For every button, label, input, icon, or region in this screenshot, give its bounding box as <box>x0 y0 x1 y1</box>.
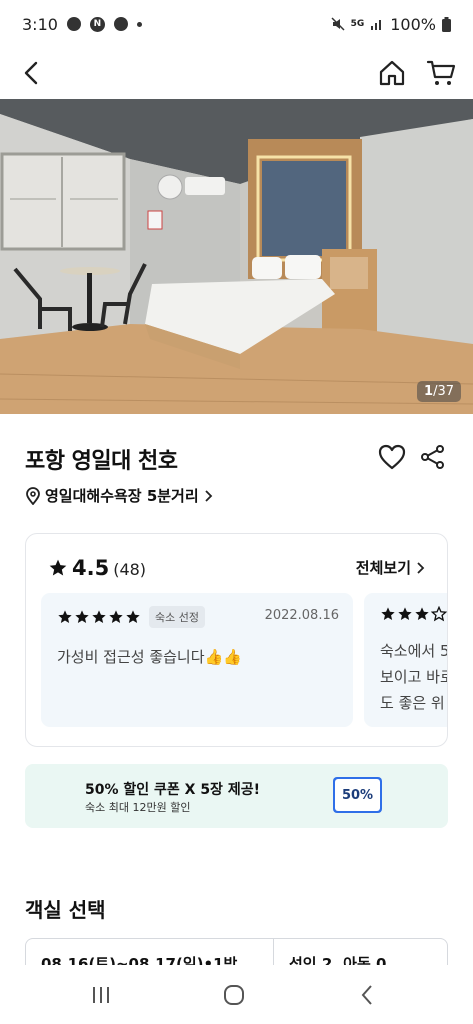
coupon-title: 50% 할인 쿠폰 X 5장 제공! <box>85 782 260 798</box>
talk-notification-icon <box>113 17 128 31</box>
top-navigation <box>0 48 473 98</box>
property-name: 포항 영일대 천호 <box>25 449 178 474</box>
review-count: (48) <box>113 560 147 579</box>
system-navigation-bar <box>0 965 473 1024</box>
review-item[interactable]: 숙소 선정 2022.08.16 가성비 접근성 좋습니다👍👍 <box>41 593 353 727</box>
star-icon <box>126 610 140 623</box>
rating-summary: 4.5 (48) <box>48 556 146 580</box>
review-card: 4.5 (48) 전체보기 숙소 선정 2022.08.16 가성비 접근성 좋… <box>25 533 448 747</box>
home-circle-icon <box>224 985 244 1005</box>
coupon-ticket-label: 50% <box>335 779 380 811</box>
coupon-banner[interactable]: 50% 할인 쿠폰 X 5장 제공! 숙소 최대 12만원 할인 50% <box>25 764 448 828</box>
status-time: 3:10 <box>22 14 58 34</box>
location-text: 영일대해수욕장 5분거리 <box>45 487 199 505</box>
share-icon <box>421 445 444 469</box>
star-icon <box>92 610 106 623</box>
selected-review-badge: 숙소 선정 <box>149 606 205 628</box>
room-photo[interactable]: 1/37 <box>0 99 473 414</box>
review-text: 숙소에서 5 보이고 바로 도 좋은 위 <box>380 638 448 716</box>
back-chevron-icon <box>361 985 372 1005</box>
see-all-reviews-link[interactable]: 전체보기 <box>356 557 425 578</box>
review-line: 숙소에서 5 <box>380 642 448 660</box>
back-arrow-icon <box>24 61 38 85</box>
see-all-label: 전체보기 <box>355 559 411 577</box>
star-icon <box>58 610 72 623</box>
home-button[interactable] <box>374 55 410 91</box>
chevron-right-icon <box>205 489 212 502</box>
home-icon <box>379 60 405 86</box>
coupon-subtitle: 숙소 최대 12만원 할인 <box>85 801 191 814</box>
location-pin-icon <box>26 486 40 505</box>
system-back-button[interactable] <box>352 982 382 1008</box>
room-photo-illustration <box>0 99 473 414</box>
photo-current: 1 <box>424 384 434 399</box>
review-line: 보이고 바로 <box>380 668 448 686</box>
battery-level: 100% <box>390 14 436 34</box>
photo-counter: 1/37 <box>417 381 461 402</box>
cart-icon <box>426 60 456 85</box>
home-system-button[interactable] <box>219 982 249 1008</box>
star-icon <box>415 607 429 620</box>
review-text: 가성비 접근성 좋습니다👍👍 <box>57 648 242 666</box>
battery-icon <box>442 16 451 32</box>
more-notifications-icon <box>136 21 142 27</box>
review-stars <box>380 606 447 622</box>
star-icon <box>398 607 412 620</box>
star-icon <box>109 610 123 623</box>
mute-icon <box>331 17 345 31</box>
location-link[interactable]: 영일대해수욕장 5분거리 <box>25 485 213 506</box>
share-button[interactable] <box>420 444 446 474</box>
photo-total: /37 <box>433 384 454 399</box>
star-icon <box>49 559 67 576</box>
star-icon <box>381 607 395 620</box>
review-line: 도 좋은 위 <box>380 694 445 712</box>
rating-score: 4.5 <box>72 556 110 580</box>
wishlist-button[interactable] <box>378 444 406 474</box>
status-bar: 3:10 N 5G 100% <box>0 0 473 48</box>
heart-icon <box>378 444 406 470</box>
back-button[interactable] <box>14 55 50 91</box>
network-type: 5G <box>350 18 365 29</box>
cart-button[interactable] <box>423 55 459 91</box>
room-section-title: 객실 선택 <box>25 898 106 922</box>
chevron-right-icon <box>417 561 425 574</box>
coupon-ticket-icon: 50% <box>333 777 382 813</box>
recent-apps-icon <box>93 987 109 1003</box>
star-outline-icon <box>431 606 447 622</box>
signal-icon <box>371 20 382 30</box>
chrome-notification-icon <box>66 17 81 31</box>
review-date: 2022.08.16 <box>264 608 339 623</box>
review-item[interactable]: 숙소에서 5 보이고 바로 도 좋은 위 <box>364 593 448 727</box>
review-stars <box>57 609 141 625</box>
title-actions <box>378 444 446 474</box>
recent-apps-button[interactable] <box>86 982 116 1008</box>
star-icon <box>75 610 89 623</box>
naver-notification-icon: N <box>89 16 105 32</box>
